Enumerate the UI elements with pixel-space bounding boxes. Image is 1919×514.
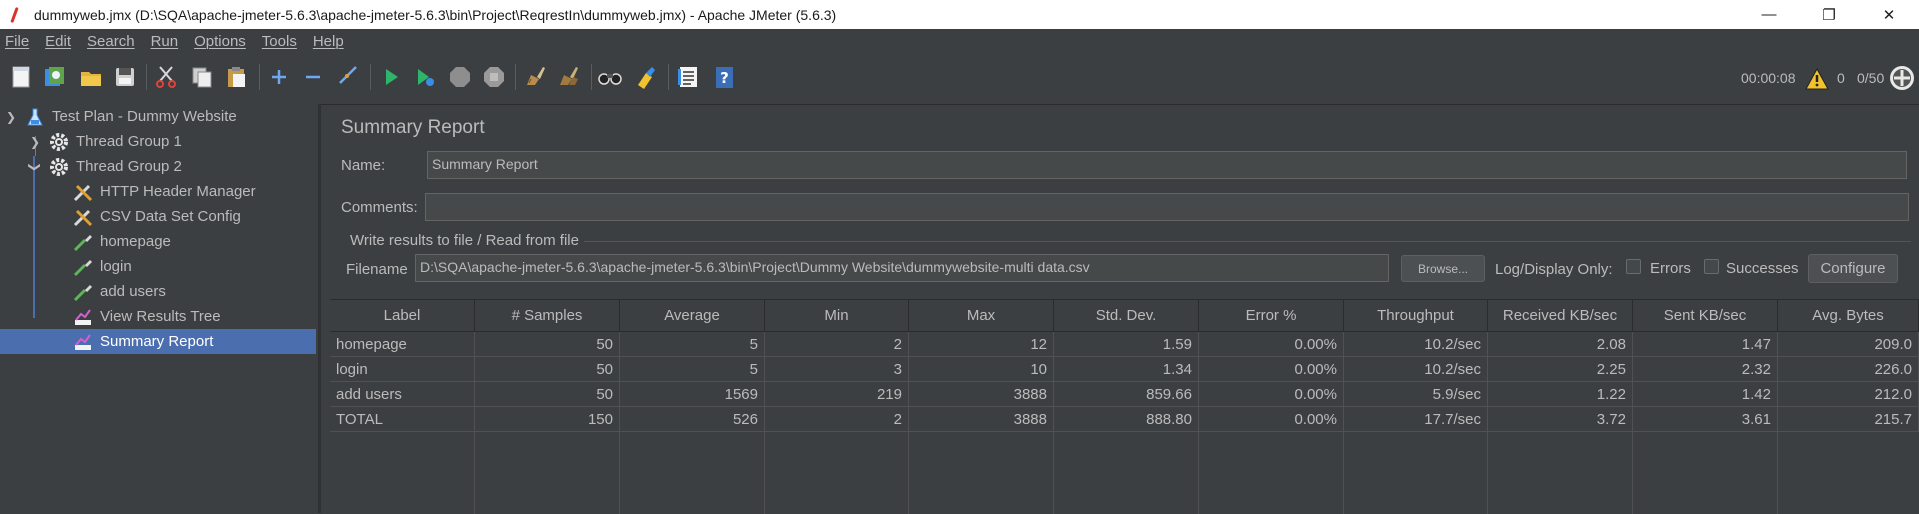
successes-checkbox[interactable] [1704,259,1719,274]
chevron-down-icon[interactable]: ❯ [28,160,42,174]
window-title: dummyweb.jmx (D:\SQA\apache-jmeter-5.6.3… [34,6,837,23]
search-icon[interactable] [596,63,624,91]
filename-label: Filename [346,261,408,278]
column-header[interactable]: Sent KB/sec [1633,300,1778,332]
table-row[interactable]: add users 50 1569 219 3888 859.66 0.00% … [330,382,1919,407]
copy-icon[interactable] [188,63,216,91]
column-header[interactable]: Min [765,300,909,332]
column-header[interactable]: # Samples [475,300,620,332]
menu-tools[interactable]: Tools [262,33,297,50]
toggle-icon[interactable] [334,63,362,91]
title-bar: dummyweb.jmx (D:\SQA\apache-jmeter-5.6.3… [0,0,1919,29]
shutdown-icon[interactable] [480,63,508,91]
new-icon[interactable] [7,63,35,91]
tree-item-thread-group-1[interactable]: ❯ Thread Group 1 [28,129,182,154]
help-icon[interactable]: ? [710,63,738,91]
name-label: Name: [341,157,386,174]
sampler-pipette-icon [72,256,94,278]
table-row[interactable]: login 50 5 3 10 1.34 0.00% 10.2/sec 2.25… [330,357,1919,382]
remote-status-icon [1888,64,1916,92]
file-section-title: Write results to file / Read from file [350,232,579,249]
chevron-right-icon[interactable]: ❯ [28,135,42,149]
tree-item-view-results-tree[interactable]: View Results Tree [72,304,221,329]
configure-button[interactable]: Configure [1808,254,1898,283]
column-header[interactable]: Average [620,300,765,332]
gear-icon [48,131,70,153]
toolbar: ? 00:00:08 0 0/50 [0,54,1919,105]
clear-all-icon[interactable] [555,63,583,91]
jmeter-feather-icon [8,7,22,23]
column-header[interactable]: Avg. Bytes [1778,300,1919,332]
menu-search[interactable]: Search [87,33,135,50]
tree-item-add-users[interactable]: add users [72,279,166,304]
errors-checkbox[interactable] [1626,259,1641,274]
browse-button[interactable]: Browse... [1401,255,1485,282]
tree-item-csv-data-set-config[interactable]: CSV Data Set Config [72,204,241,229]
column-header[interactable]: Std. Dev. [1054,300,1199,332]
tree-item-test-plan[interactable]: ❯ Test Plan - Dummy Website [4,104,237,129]
menu-file[interactable]: File [5,33,29,50]
listener-graph-icon [72,331,94,353]
listener-graph-icon [72,306,94,328]
tree-item-summary-report[interactable]: Summary Report [0,329,316,354]
elapsed-time: 00:00:08 [1741,70,1796,86]
column-header[interactable]: Max [909,300,1054,332]
templates-icon[interactable] [40,63,68,91]
tree-item-thread-group-2[interactable]: ❯ Thread Group 2 [28,154,182,179]
start-no-pauses-icon[interactable] [411,63,439,91]
comments-field[interactable] [425,193,1909,221]
chevron-down-icon[interactable]: ❯ [4,110,18,124]
sampler-pipette-icon [72,281,94,303]
table-row-total[interactable]: TOTAL 150 526 2 3888 888.80 0.00% 17.7/s… [330,407,1919,432]
sampler-pipette-icon [72,231,94,253]
reset-search-icon[interactable] [632,63,660,91]
comments-label: Comments: [341,199,418,216]
table-row[interactable]: homepage 50 5 2 12 1.59 0.00% 10.2/sec 2… [330,332,1919,357]
test-plan-icon [24,106,46,128]
menu-options[interactable]: Options [194,33,246,50]
svg-text:?: ? [720,69,729,87]
warning-icon[interactable] [1803,65,1831,93]
config-tools-icon [72,181,94,203]
function-helper-icon[interactable] [674,63,702,91]
name-field[interactable]: Summary Report [427,151,1907,179]
minimize-button[interactable]: — [1739,0,1799,29]
menu-help[interactable]: Help [313,33,344,50]
config-tools-icon [72,206,94,228]
open-icon[interactable] [77,63,105,91]
results-table: Label # Samples Average Min Max Std. Dev… [330,299,1919,514]
column-header[interactable]: Label [330,300,475,332]
gear-icon [48,156,70,178]
menu-run[interactable]: Run [151,33,179,50]
clear-icon[interactable] [521,63,549,91]
paste-icon[interactable] [223,63,251,91]
tree-item-login[interactable]: login [72,254,132,279]
save-icon[interactable] [111,63,139,91]
warning-count: 0 [1837,70,1845,86]
errors-label: Errors [1650,260,1691,277]
test-plan-tree: ❯ Test Plan - Dummy Website ❯ Thread Gro… [0,104,321,513]
cut-icon[interactable] [152,63,180,91]
column-header[interactable]: Error % [1199,300,1344,332]
start-icon[interactable] [377,63,405,91]
summary-report-panel: Summary Report Name: Summary Report Comm… [330,104,1919,514]
close-button[interactable]: ✕ [1859,0,1919,29]
restore-button[interactable]: ❐ [1799,0,1859,29]
expand-icon[interactable] [265,63,293,91]
active-threads: 0/50 [1857,70,1885,86]
log-display-label: Log/Display Only: [1495,261,1613,278]
menu-edit[interactable]: Edit [45,33,71,50]
filename-field[interactable]: D:\SQA\apache-jmeter-5.6.3\apache-jmeter… [415,254,1389,282]
tree-item-homepage[interactable]: homepage [72,229,171,254]
column-header[interactable]: Received KB/sec [1488,300,1633,332]
page-title: Summary Report [341,117,485,138]
tree-item-http-header-manager[interactable]: HTTP Header Manager [72,179,256,204]
column-header[interactable]: Throughput [1344,300,1488,332]
table-header: Label # Samples Average Min Max Std. Dev… [330,300,1919,332]
successes-label: Successes [1726,260,1799,277]
stop-icon[interactable] [446,63,474,91]
collapse-icon[interactable] [299,63,327,91]
menu-bar: File Edit Search Run Options Tools Help [0,29,1919,54]
